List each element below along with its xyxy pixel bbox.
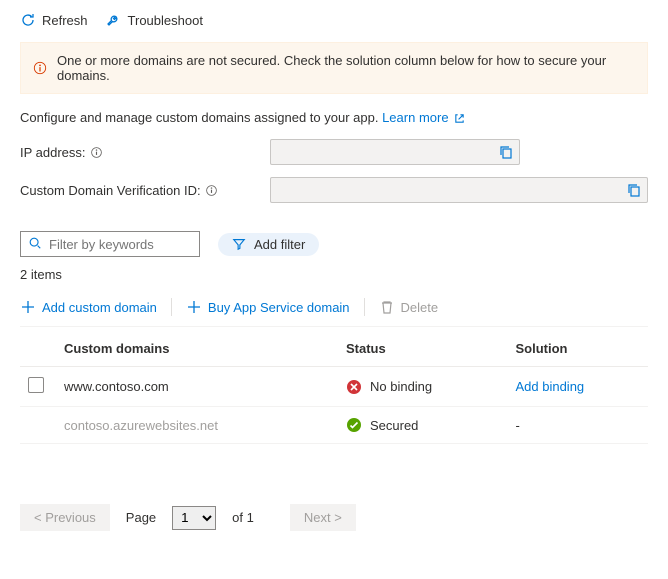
pager: < Previous Page 1 of 1 Next > [20, 504, 648, 531]
solution-cell: - [507, 407, 648, 444]
solution-link[interactable]: Add binding [515, 379, 584, 394]
warning-alert: One or more domains are not secured. Che… [20, 42, 648, 94]
table-row[interactable]: contoso.azurewebsites.net Secured - [20, 407, 648, 444]
learn-more-link[interactable]: Learn more [382, 110, 465, 125]
add-filter-label: Add filter [254, 237, 305, 252]
add-domain-label: Add custom domain [42, 300, 157, 315]
previous-button: < Previous [20, 504, 110, 531]
buy-domain-label: Buy App Service domain [208, 300, 350, 315]
trash-icon [379, 299, 395, 315]
page-select[interactable]: 1 [172, 506, 216, 530]
delete-button: Delete [379, 299, 439, 315]
plus-icon [20, 299, 36, 315]
search-input[interactable] [20, 231, 200, 257]
status-text: Secured [370, 418, 418, 433]
ip-address-label: IP address: [20, 145, 270, 160]
copy-ip-button[interactable] [496, 142, 516, 165]
delete-label: Delete [401, 300, 439, 315]
plus-icon [186, 299, 202, 315]
status-text: No binding [370, 379, 432, 394]
refresh-button[interactable]: Refresh [20, 12, 88, 28]
domain-cell: www.contoso.com [56, 367, 338, 407]
separator [364, 298, 365, 316]
row-checkbox[interactable] [28, 377, 44, 393]
add-filter-button[interactable]: Add filter [218, 233, 319, 256]
copy-verification-button[interactable] [624, 180, 644, 203]
learn-more-label: Learn more [382, 110, 448, 125]
error-icon [346, 379, 362, 395]
col-solution[interactable]: Solution [507, 331, 648, 367]
troubleshoot-label: Troubleshoot [128, 13, 203, 28]
next-button: Next > [290, 504, 356, 531]
copy-icon [498, 144, 514, 160]
description: Configure and manage custom domains assi… [20, 110, 648, 125]
actions-bar: Add custom domain Buy App Service domain… [20, 298, 648, 327]
verification-id-field[interactable] [270, 177, 648, 203]
copy-icon [626, 182, 642, 198]
alert-text: One or more domains are not secured. Che… [57, 53, 635, 83]
items-count: 2 items [20, 267, 648, 282]
success-icon [346, 417, 362, 433]
description-text: Configure and manage custom domains assi… [20, 110, 378, 125]
refresh-icon [20, 12, 36, 28]
info-icon[interactable] [205, 184, 218, 197]
external-link-icon [454, 113, 465, 124]
ip-address-row: IP address: [20, 139, 648, 165]
separator [171, 298, 172, 316]
ip-label-text: IP address: [20, 145, 86, 160]
domains-table: Custom domains Status Solution www.conto… [20, 331, 648, 444]
verification-id-label: Custom Domain Verification ID: [20, 183, 270, 198]
domain-cell: contoso.azurewebsites.net [56, 407, 338, 444]
col-domain[interactable]: Custom domains [56, 331, 338, 367]
troubleshoot-button[interactable]: Troubleshoot [106, 12, 203, 28]
info-warning-icon [33, 61, 47, 75]
verification-id-row: Custom Domain Verification ID: [20, 177, 648, 203]
ip-address-field[interactable] [270, 139, 520, 165]
add-custom-domain-button[interactable]: Add custom domain [20, 299, 157, 315]
page-label: Page [126, 510, 156, 525]
solution-cell[interactable]: Add binding [507, 367, 648, 407]
refresh-label: Refresh [42, 13, 88, 28]
filter-icon [232, 237, 246, 251]
top-toolbar: Refresh Troubleshoot [20, 12, 648, 28]
table-row[interactable]: www.contoso.com No binding Add binding [20, 367, 648, 407]
filter-row: Add filter [20, 231, 648, 257]
search-icon [28, 236, 42, 250]
verification-label-text: Custom Domain Verification ID: [20, 183, 201, 198]
buy-app-service-domain-button[interactable]: Buy App Service domain [186, 299, 350, 315]
page-of-text: of 1 [232, 510, 254, 525]
status-cell: Secured [346, 417, 500, 433]
col-status[interactable]: Status [338, 331, 508, 367]
info-icon[interactable] [90, 146, 103, 159]
wrench-icon [106, 12, 122, 28]
status-cell: No binding [346, 379, 500, 395]
